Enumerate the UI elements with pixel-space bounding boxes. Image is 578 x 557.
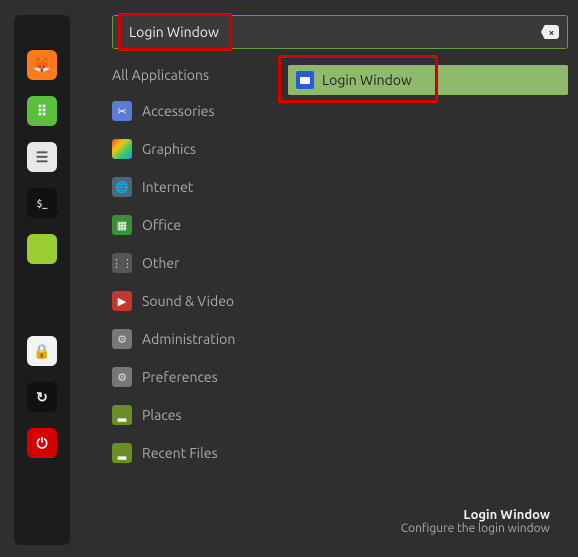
category-administration[interactable]: ⚙ Administration [112, 329, 258, 349]
folder-icon: ▂ [112, 405, 132, 425]
footer-description: Login Window Configure the login window [401, 508, 550, 535]
category-other[interactable]: ⋮⋮ Other [112, 253, 258, 273]
application-menu: Login Window × All Applications ✂ Access… [112, 15, 568, 547]
gear-icon: ⚙ [112, 367, 132, 387]
category-label: Recent Files [142, 445, 218, 461]
category-internet[interactable]: 🌐 Internet [112, 177, 258, 197]
panel-firefox-icon[interactable]: 🦊 [27, 50, 57, 80]
result-login-window[interactable]: Login Window [288, 65, 568, 95]
category-sound-video[interactable]: ▶ Sound & Video [112, 291, 258, 311]
panel-settings-icon[interactable]: ☰ [27, 142, 57, 172]
category-recent-files[interactable]: ▂ Recent Files [112, 443, 258, 463]
login-window-icon [296, 71, 314, 89]
category-label: Preferences [142, 369, 218, 385]
footer-title: Login Window [401, 508, 550, 522]
category-places[interactable]: ▂ Places [112, 405, 258, 425]
category-preferences[interactable]: ⚙ Preferences [112, 367, 258, 387]
office-icon: ▦ [112, 215, 132, 235]
panel-power-icon[interactable]: ⏻ [27, 428, 57, 458]
clear-search-icon[interactable]: × [541, 25, 559, 39]
category-graphics[interactable]: Graphics [112, 139, 258, 159]
category-label: Accessories [142, 103, 215, 119]
footer-subtitle: Configure the login window [401, 522, 550, 535]
category-list: All Applications ✂ Accessories Graphics … [112, 67, 258, 463]
globe-icon: 🌐 [112, 177, 132, 197]
play-icon: ▶ [112, 291, 132, 311]
panel-apps-icon[interactable]: ⠿ [27, 96, 57, 126]
launcher-panel: 🦊 ⠿ ☰ $_ 🔒 ↻ ⏻ [14, 15, 70, 545]
folder-icon: ▂ [112, 443, 132, 463]
category-label: Places [142, 407, 182, 423]
search-input[interactable]: Login Window × [112, 15, 568, 49]
category-label: Other [142, 255, 179, 271]
search-value-highlight: Login Window [118, 13, 232, 51]
scissors-icon: ✂ [112, 101, 132, 121]
category-office[interactable]: ▦ Office [112, 215, 258, 235]
category-accessories[interactable]: ✂ Accessories [112, 101, 258, 121]
search-text: Login Window [129, 24, 219, 40]
category-label: Internet [142, 179, 193, 195]
category-label: All Applications [112, 67, 209, 83]
palette-icon [112, 139, 132, 159]
panel-terminal-icon[interactable]: $_ [27, 188, 57, 218]
category-label: Office [142, 217, 181, 233]
result-label: Login Window [322, 72, 412, 88]
panel-lock-icon[interactable]: 🔒 [27, 336, 57, 366]
category-label: Sound & Video [142, 293, 234, 309]
category-label: Administration [142, 331, 235, 347]
results-pane: Login Window [288, 67, 568, 463]
panel-updates-icon[interactable]: ↻ [27, 382, 57, 412]
category-all-applications[interactable]: All Applications [112, 67, 258, 83]
grid-icon: ⋮⋮ [112, 253, 132, 273]
category-label: Graphics [142, 141, 196, 157]
gear-icon: ⚙ [112, 329, 132, 349]
panel-files-icon[interactable] [27, 234, 57, 264]
